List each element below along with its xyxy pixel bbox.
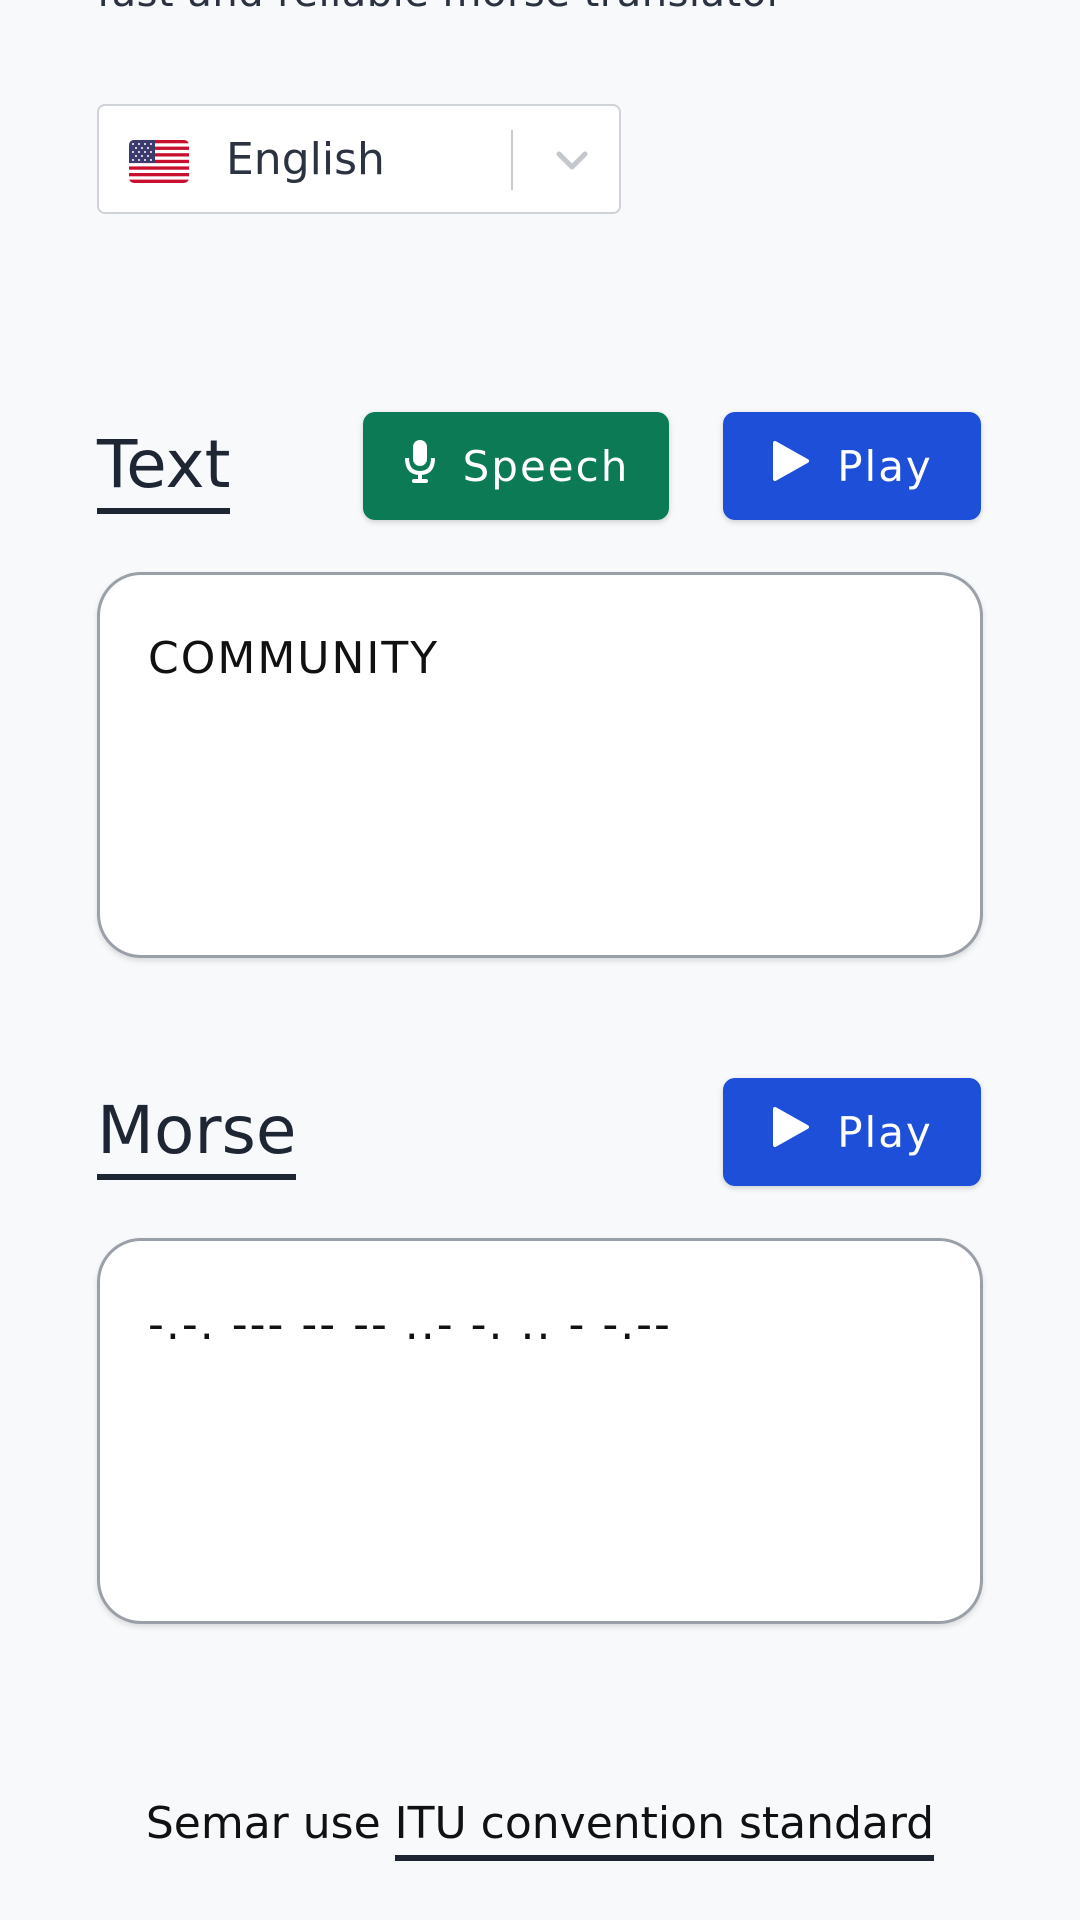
chevron-down-icon[interactable] [547, 136, 597, 186]
morse-section-title: Morse [97, 1090, 297, 1180]
morse-output[interactable]: -.-. --- -- -- ..- -. .. - -.-- [97, 1238, 983, 1624]
morse-play-button[interactable]: Play [723, 1078, 981, 1186]
language-select[interactable]: English [97, 104, 621, 214]
language-label: English [226, 134, 385, 185]
speech-button[interactable]: Speech [363, 412, 669, 520]
text-play-label: Play [837, 441, 933, 491]
speech-button-label: Speech [462, 441, 630, 491]
select-divider [511, 130, 513, 190]
page: fast and reliable morse translator [0, 0, 1080, 1920]
footer: Semar use ITU convention standard [0, 1798, 1080, 1861]
play-icon [771, 1105, 811, 1159]
tagline: fast and reliable morse translator [97, 0, 784, 16]
footer-prefix: Semar use [145, 1798, 395, 1849]
morse-play-label: Play [837, 1107, 933, 1157]
us-flag-icon [129, 140, 189, 183]
itu-standard-link[interactable]: ITU convention standard [394, 1798, 935, 1861]
text-play-button[interactable]: Play [723, 412, 981, 520]
text-input[interactable]: COMMUNITY [97, 572, 983, 958]
text-section-title: Text [97, 424, 231, 514]
microphone-icon [403, 438, 437, 494]
play-icon [771, 439, 811, 493]
